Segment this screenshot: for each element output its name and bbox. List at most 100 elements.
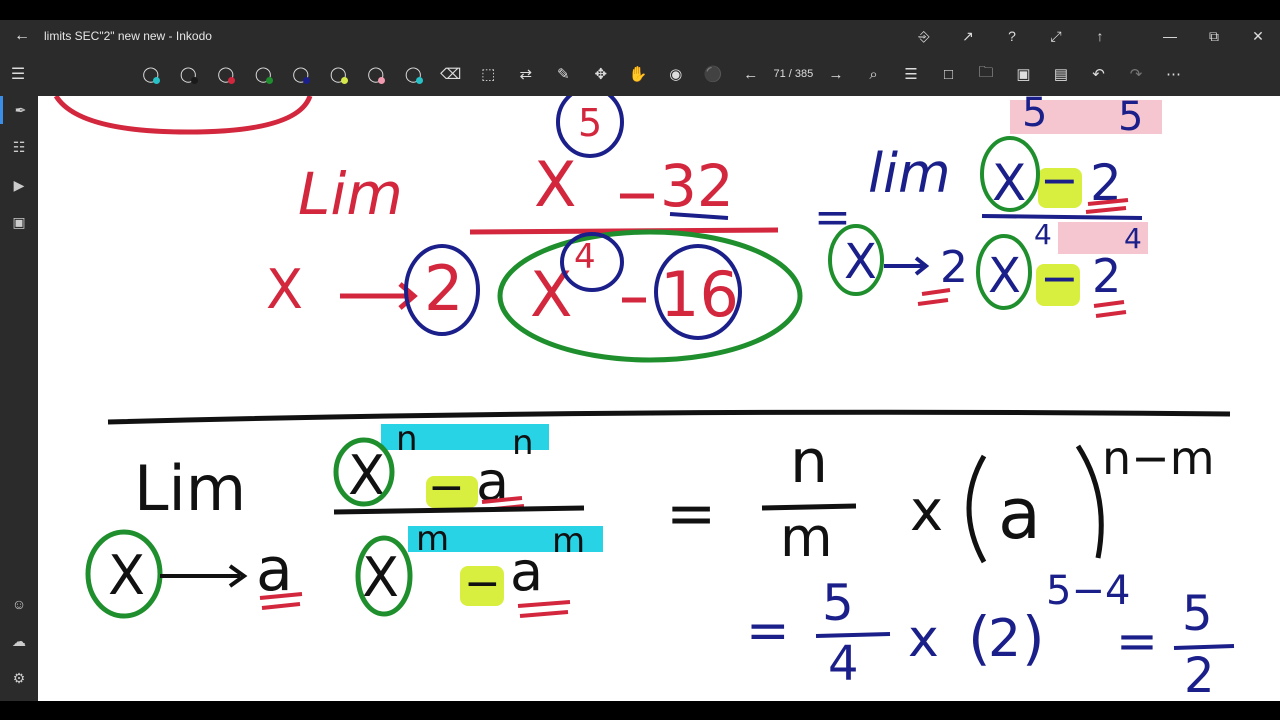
denominator-const: 16: [660, 258, 739, 331]
power: 5−4: [1046, 568, 1130, 614]
ink-canvas[interactable]: Lim X 2 X 5 32 X 4 16 = lim X 2 5 5 X −: [38, 96, 1280, 701]
move-icon[interactable]: ✥: [582, 52, 620, 96]
frac-den: m: [780, 506, 833, 569]
hand-icon[interactable]: ✋: [620, 52, 658, 96]
video-icon[interactable]: ▶: [0, 171, 38, 199]
exponent-annotation: 5: [578, 101, 602, 145]
handwriting-drawing: Lim X 2 X 5 32 X 4 16 = lim X 2 5 5 X −: [53, 96, 1235, 701]
equals-sign: =: [1116, 612, 1158, 670]
lim-text: lim: [868, 142, 951, 205]
new-page-icon[interactable]: □: [930, 52, 968, 96]
adjust-icon[interactable]: ☰: [892, 52, 930, 96]
pen-mode-icon[interactable]: ✒: [0, 96, 38, 124]
restore-button[interactable]: ⧉: [1192, 20, 1236, 52]
pen-tool-black[interactable]: ◯: [170, 52, 208, 96]
previous-page-icon[interactable]: ←: [732, 52, 770, 96]
pen-tool-cyan-2[interactable]: ◯: [395, 52, 433, 96]
more-icon[interactable]: ⋯: [1155, 52, 1193, 96]
fraction-bar: [333, 505, 585, 515]
approach-var: X: [266, 258, 303, 321]
ruler-icon[interactable]: ✎: [545, 52, 583, 96]
help-icon[interactable]: ?: [990, 20, 1034, 52]
frac-num: n: [790, 427, 828, 497]
open-folder-icon[interactable]: 🗀: [967, 52, 1005, 96]
den-minus: −: [1040, 251, 1079, 305]
cloud-icon[interactable]: ☁: [0, 627, 38, 655]
red-ellipse-stroke: [53, 96, 313, 135]
page-navigation: ← 71 / 385 →: [732, 52, 855, 96]
pen-color-dot: [265, 77, 273, 84]
save-icon[interactable]: ▣: [1005, 52, 1043, 96]
pen-tool-navy[interactable]: ◯: [282, 52, 320, 96]
menu-icon[interactable]: ☰: [8, 62, 28, 86]
left-paren: [966, 454, 987, 564]
den-minus: −: [464, 558, 501, 609]
eraser-icon[interactable]: ⌫: [432, 52, 470, 96]
base: 2: [988, 609, 1021, 669]
fraction-bar: [981, 214, 1143, 220]
approach-var: X: [108, 544, 145, 607]
pen-tool-red[interactable]: ◯: [207, 52, 245, 96]
close-button[interactable]: ✕: [1236, 20, 1280, 52]
share-icon[interactable]: ↗: [946, 20, 990, 52]
zoom-icon[interactable]: ⌕: [855, 52, 893, 96]
pen-color-dot: [415, 77, 423, 84]
den-exp-left: 4: [1034, 218, 1052, 251]
toolbar: ☰ ◯ ◯ ◯ ◯ ◯ ◯ ◯ ◯ ⌫ ⬚ ⇄ ✎ ✥ ✋ ◉ ⚫ ← 71 /…: [0, 52, 1280, 96]
den-var: X: [362, 546, 399, 609]
den-var: X: [988, 248, 1021, 304]
den-base: a: [510, 540, 543, 603]
num-minus: −: [1040, 153, 1079, 207]
window-title: limits SEC"2" new new - Inkodo: [44, 29, 212, 43]
den-base: 2: [1092, 249, 1121, 303]
swap-icon[interactable]: ⇄: [507, 52, 545, 96]
equals-sign: =: [666, 479, 716, 549]
lasso-select-icon[interactable]: ⬚: [470, 52, 508, 96]
num-exp-right: 5: [1118, 96, 1143, 140]
pen-tool-green[interactable]: ◯: [245, 52, 283, 96]
redo-icon[interactable]: ↷: [1117, 52, 1155, 96]
top-letterbox: [0, 0, 1280, 20]
denominator-exp: 4: [574, 237, 596, 277]
fullscreen-icon[interactable]: ⤢: [1034, 20, 1078, 52]
equals-sign: =: [746, 601, 790, 661]
den-exp-left: m: [416, 519, 449, 559]
red-underline: [519, 610, 569, 618]
pen-color-dot: [190, 77, 198, 84]
numerator-var: X: [534, 148, 576, 221]
num-exp-left: 5: [1022, 96, 1047, 136]
result-num: 5: [1182, 586, 1213, 642]
back-arrow-icon[interactable]: ←: [0, 27, 44, 45]
settings-gear-icon[interactable]: ⚙: [0, 664, 38, 692]
times-sign: x: [908, 609, 939, 669]
pen-color-dot: [303, 77, 310, 84]
clipboard-icon[interactable]: ▤: [1042, 52, 1080, 96]
result-den: 2: [1184, 648, 1215, 701]
undo-icon[interactable]: ↶: [1080, 52, 1118, 96]
pen-tool-yellow[interactable]: ◯: [320, 52, 358, 96]
base: a: [998, 473, 1041, 555]
palette-icon[interactable]: ◉: [657, 52, 695, 96]
pen-tool-cyan[interactable]: ◯: [132, 52, 170, 96]
denominator-var: X: [530, 258, 572, 331]
minimize-button[interactable]: —: [1148, 20, 1192, 52]
power: n−m: [1102, 431, 1215, 485]
num-base: a: [476, 450, 509, 513]
share-page-icon[interactable]: ⎆: [902, 20, 946, 52]
lim-text: Lim: [134, 452, 246, 525]
left-sidebar: ✒ ☷ ▶ ▣ ☺ ☁ ⚙: [0, 96, 38, 701]
pen-tool-pink[interactable]: ◯: [357, 52, 395, 96]
user-icon[interactable]: ☺: [0, 590, 38, 618]
num-minus: −: [428, 462, 465, 513]
red-underline: [921, 288, 951, 296]
red-underline: [1095, 310, 1127, 318]
microphone-icon[interactable]: ⚫: [695, 52, 733, 96]
pen-color-dot: [340, 77, 348, 84]
approach-value: 2: [424, 252, 463, 325]
next-page-icon[interactable]: →: [817, 52, 855, 96]
library-icon[interactable]: ☷: [0, 133, 38, 161]
divider-line: [107, 409, 1231, 425]
title-actions: ⎆ ↗ ? ⤢ ↑ — ⧉ ✕: [902, 20, 1280, 52]
upload-icon[interactable]: ↑: [1078, 20, 1122, 52]
bag-icon[interactable]: ▣: [0, 208, 38, 236]
